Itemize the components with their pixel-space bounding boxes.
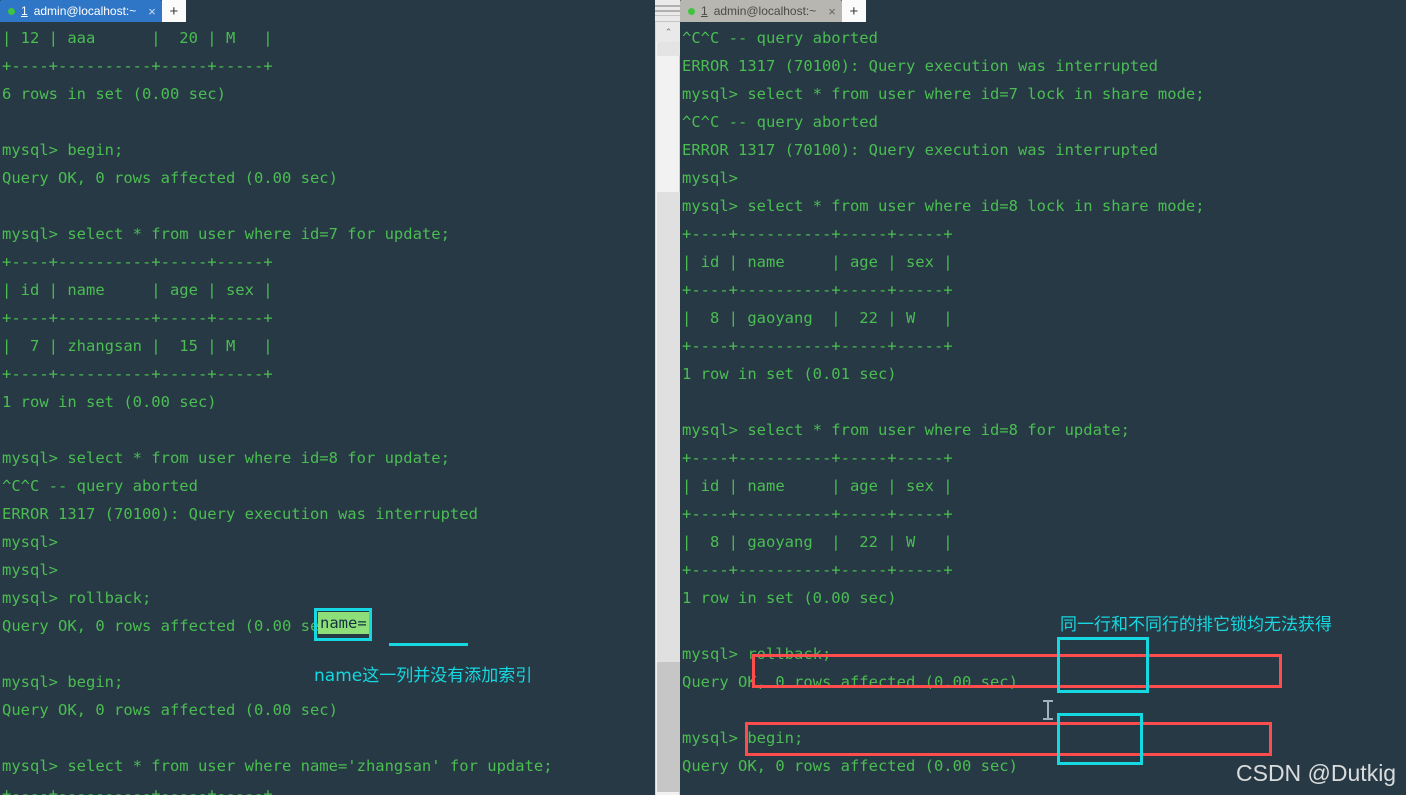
screenshot-root: A ▾ 填充 ▾ (0, 0, 1406, 795)
terminal-line: | id | name | age | sex | (682, 477, 953, 495)
terminal-line: +----+----------+-----+-----+ (2, 57, 273, 75)
terminal-line: ERROR 1317 (70100): Query execution was … (2, 505, 478, 523)
left-annotation-note: name这一列并没有添加索引 (314, 666, 533, 686)
right-red-box-chenwei (745, 722, 1272, 756)
new-tab-button[interactable]: + (841, 0, 866, 22)
terminal-line: +----+----------+-----+-----+ (2, 365, 273, 383)
terminal-line: mysql> (682, 169, 738, 187)
right-red-box-zhangsan (752, 654, 1282, 688)
terminal-line: 1 row in set (0.00 sec) (682, 589, 897, 607)
right-terminal-tab[interactable]: 1 admin@localhost:~ × (680, 0, 842, 22)
terminal-line: mysql> (2, 533, 58, 551)
close-icon[interactable]: × (148, 4, 156, 19)
terminal-line: ^C^C -- query aborted (682, 113, 878, 131)
terminal-line: | id | name | age | sex | (682, 253, 953, 271)
left-zhangsan-underline (389, 643, 468, 646)
terminal-line: mysql> select * from user where id=8 for… (2, 449, 450, 467)
scroll-page-icon[interactable] (657, 42, 680, 56)
terminal-line: | 12 | aaa | 20 | M | (2, 29, 273, 47)
terminal-line: | 8 | gaoyang | 22 | W | (682, 309, 953, 327)
right-cyan-box-chenwei (1057, 713, 1143, 765)
terminal-line: +----+----------+-----+-----+ (682, 505, 953, 523)
right-terminal-tabbar: 1 admin@localhost:~ × + (680, 0, 1406, 22)
terminal-line: +----+----------+-----+-----+ (682, 449, 953, 467)
right-cyan-box-zhangsan (1057, 637, 1149, 693)
right-tabbar-filler (866, 0, 1406, 22)
terminal-line: | id | name | age | sex | (2, 281, 273, 299)
terminal-line: | 7 | zhangsan | 15 | M | (2, 337, 273, 355)
terminal-line: Query OK, 0 rows affected (0.00 sec) (2, 169, 338, 187)
terminal-line: +----+----------+-----+-----+ (682, 561, 953, 579)
scroll-thumb[interactable] (657, 192, 680, 662)
scroll-thumb-lower[interactable] (657, 662, 680, 792)
tab-status-dot-icon (688, 7, 695, 15)
new-tab-button[interactable]: + (161, 0, 186, 22)
scroll-up-icon[interactable]: ⌃ (656, 22, 681, 42)
terminal-line: 6 rows in set (0.00 sec) (2, 85, 226, 103)
terminal-line: 1 row in set (0.00 sec) (2, 393, 217, 411)
terminal-line: mysql> select * from user where id=7 for… (2, 225, 450, 243)
terminal-line: mysql> select * from user where id=8 loc… (682, 197, 1205, 215)
terminal-line: ERROR 1317 (70100): Query execution was … (682, 141, 1158, 159)
terminal-line: +----+----------+-----+-----+ (2, 309, 273, 327)
terminal-line: 1 row in set (0.01 sec) (682, 365, 897, 383)
terminal-line: ^C^C -- query aborted (2, 477, 198, 495)
terminal-line: ERROR 1317 (70100): Query execution was … (682, 57, 1158, 75)
watermark-label: CSDN @Dutkig (1236, 760, 1397, 786)
terminal-line: | 8 | gaoyang | 22 | W | (682, 533, 953, 551)
terminal-line: mysql> select * from user where id=7 loc… (682, 85, 1205, 103)
terminal-line: mysql> begin; (2, 141, 124, 159)
left-name-cyan-box (314, 608, 372, 641)
tab-title: admin@localhost:~ (33, 4, 137, 18)
tab-number: 1 (21, 4, 28, 18)
terminal-line: mysql> select * from user where id=8 for… (682, 421, 1130, 439)
terminal-line: mysql> select * from user where name='zh… (2, 757, 553, 775)
terminal-line: mysql> (2, 561, 58, 579)
terminal-line: +----+----------+-----+-----+ (2, 253, 273, 271)
terminal-line: Query OK, 0 rows affected (0.00 sec) (2, 701, 338, 719)
left-terminal-tabbar: 1 admin@localhost:~ × + (0, 0, 655, 22)
terminal-line: +----+----------+-----+-----+ (682, 337, 953, 355)
terminal-line: +----+----------+-----+-----+ (682, 281, 953, 299)
left-terminal-tab[interactable]: 1 admin@localhost:~ × (0, 0, 162, 22)
background-scrollbar[interactable]: ⌃ (655, 22, 681, 795)
tab-title: admin@localhost:~ (713, 4, 817, 18)
tab-number: 1 (701, 4, 708, 18)
left-tabbar-filler (186, 0, 655, 22)
text-cursor-icon (1043, 700, 1053, 720)
close-icon[interactable]: × (828, 4, 836, 19)
terminal-line: +----+----------+-----+-----+ (2, 785, 273, 795)
tab-status-dot-icon (8, 7, 15, 15)
terminal-line: ^C^C -- query aborted (682, 29, 878, 47)
right-annotation-note: 同一行和不同行的排它锁均无法获得 (1060, 615, 1332, 635)
terminal-line: +----+----------+-----+-----+ (682, 225, 953, 243)
